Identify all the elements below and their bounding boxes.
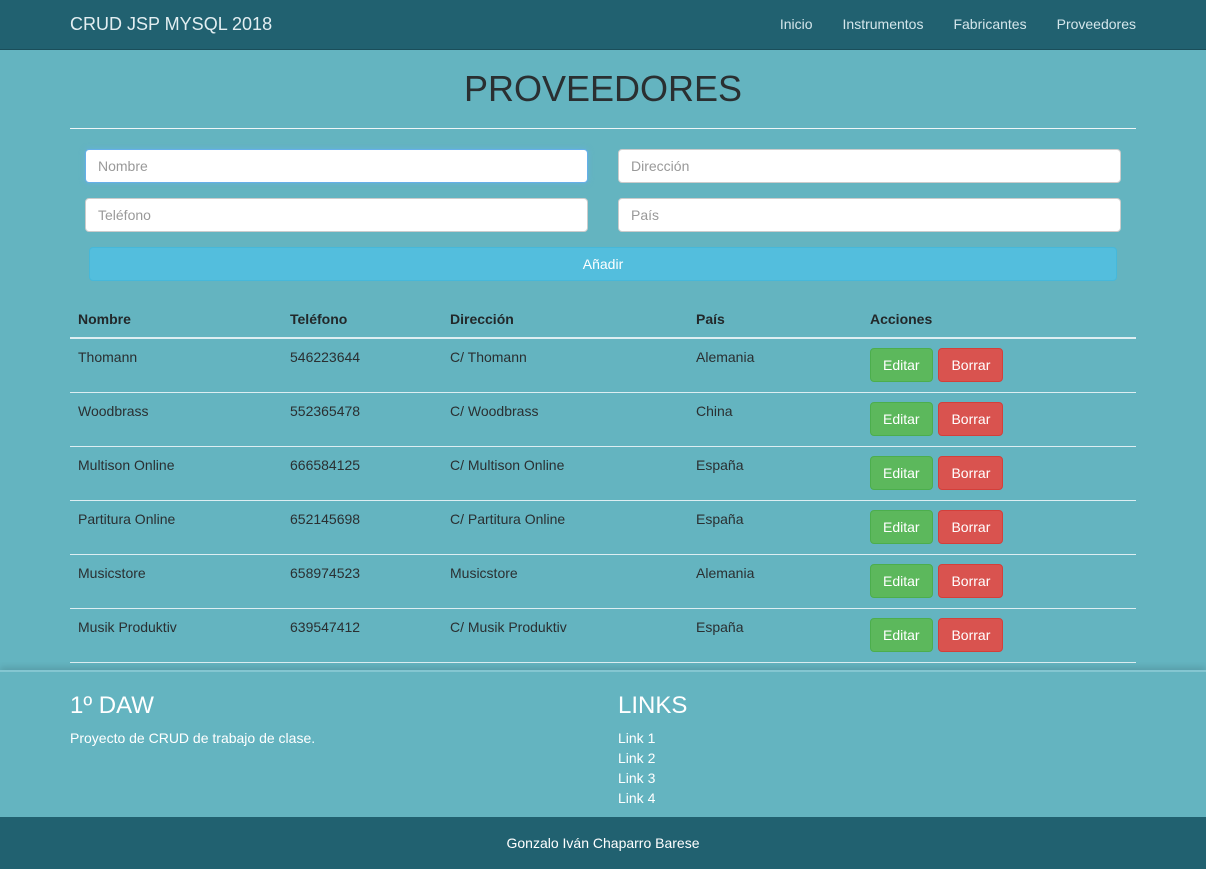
telefono-input[interactable] bbox=[85, 198, 588, 232]
footer-title-daw: 1º DAW bbox=[70, 692, 154, 719]
edit-button[interactable]: Editar bbox=[870, 564, 933, 598]
cell-telefono: 546223644 bbox=[290, 349, 361, 365]
footer-title-links: LINKS bbox=[618, 692, 688, 719]
cell-nombre: Partitura Online bbox=[70, 500, 282, 555]
cell-telefono: 552365478 bbox=[282, 392, 442, 447]
edit-button[interactable]: Editar bbox=[870, 402, 933, 436]
cell-nombre: Multison Online bbox=[70, 446, 282, 501]
cell-direccion: C/ Thomann bbox=[450, 349, 527, 365]
cell-telefono: 639547412 bbox=[282, 608, 442, 663]
footer-links: Link 1 Link 2 Link 3 Link 4 bbox=[618, 730, 655, 810]
edit-button[interactable]: Editar bbox=[870, 618, 933, 652]
cell-nombre: Thomann bbox=[78, 349, 138, 365]
cell-acciones: Editar Borrar bbox=[862, 446, 1136, 501]
cell-direccion: C/ Woodbrass bbox=[442, 392, 688, 447]
table-row: Unión Musical 632514523 C/ Unión Musical… bbox=[70, 662, 1136, 669]
cell-telefono: 658974523 bbox=[282, 554, 442, 609]
header-telefono: Teléfono bbox=[282, 298, 442, 339]
footer-link-4[interactable]: Link 4 bbox=[618, 790, 655, 806]
nav-links: Inicio Instrumentos Fabricantes Proveedo… bbox=[765, 0, 1136, 50]
table-row: Woodbrass 552365478 C/ Woodbrass China E… bbox=[70, 392, 1136, 447]
cell-direccion: Musicstore bbox=[442, 554, 688, 609]
cell-nombre: Woodbrass bbox=[70, 392, 282, 447]
header-acciones: Acciones bbox=[862, 298, 1136, 339]
cell-telefono: 666584125 bbox=[282, 446, 442, 501]
table-row: Musicstore 658974523 Musicstore Alemania… bbox=[70, 554, 1136, 609]
header-nombre: Nombre bbox=[70, 298, 282, 339]
cell-acciones: Editar Borrar bbox=[862, 392, 1136, 447]
footer-link-1[interactable]: Link 1 bbox=[618, 730, 655, 746]
cell-nombre: Unión Musical bbox=[70, 662, 282, 669]
delete-button[interactable]: Borrar bbox=[938, 348, 1004, 382]
cell-acciones: Editar Borrar bbox=[862, 554, 1136, 609]
nav-link-inicio[interactable]: Inicio bbox=[765, 0, 828, 50]
table-row: Thomann 546223644 C/ Thomann Alemania Ed… bbox=[70, 338, 1136, 393]
cell-telefono: 652145698 bbox=[282, 500, 442, 555]
cell-pais: España bbox=[688, 662, 862, 669]
cell-acciones: Editar Borrar bbox=[862, 608, 1136, 663]
cell-pais: España bbox=[688, 608, 862, 663]
delete-button[interactable]: Borrar bbox=[938, 510, 1004, 544]
edit-button[interactable]: Editar bbox=[870, 510, 933, 544]
delete-button[interactable]: Borrar bbox=[938, 456, 1004, 490]
cell-nombre: Musicstore bbox=[70, 554, 282, 609]
cell-direccion: C/ Unión Musical bbox=[442, 662, 688, 669]
nombre-input[interactable] bbox=[85, 149, 588, 183]
cell-nombre: Musik Produktiv bbox=[70, 608, 282, 663]
cell-direccion: C/ Partitura Online bbox=[442, 500, 688, 555]
cell-pais: España bbox=[688, 446, 862, 501]
footer-description: Proyecto de CRUD de trabajo de clase. bbox=[70, 730, 316, 746]
footer: 1º DAW Proyecto de CRUD de trabajo de cl… bbox=[0, 670, 1206, 817]
cell-direccion: C/ Musik Produktiv bbox=[442, 608, 688, 663]
cell-acciones: Editar Borrar bbox=[862, 662, 1136, 669]
nav-link-fabricantes[interactable]: Fabricantes bbox=[938, 0, 1041, 50]
page-title: PROVEEDORES bbox=[463, 68, 743, 109]
delete-button[interactable]: Borrar bbox=[938, 402, 1004, 436]
footer-link-3[interactable]: Link 3 bbox=[618, 770, 655, 786]
table-body: Thomann 546223644 C/ Thomann Alemania Ed… bbox=[70, 338, 1136, 669]
table-row: Musik Produktiv 639547412 C/ Musik Produ… bbox=[70, 608, 1136, 663]
header-direccion: Dirección bbox=[442, 298, 688, 339]
direccion-input[interactable] bbox=[618, 149, 1121, 183]
nav-link-proveedores[interactable]: Proveedores bbox=[1042, 0, 1136, 50]
edit-button[interactable]: Editar bbox=[870, 348, 933, 382]
cell-pais: Alemania bbox=[696, 349, 755, 365]
cell-telefono: 632514523 bbox=[282, 662, 442, 669]
edit-button[interactable]: Editar bbox=[870, 456, 933, 490]
brand-link[interactable]: CRUD JSP MYSQL 2018 bbox=[70, 14, 272, 35]
cell-pais: España bbox=[688, 500, 862, 555]
footer-link-2[interactable]: Link 2 bbox=[618, 750, 655, 766]
proveedores-table: Nombre Teléfono Dirección País Acciones … bbox=[70, 298, 1136, 669]
cell-direccion: C/ Multison Online bbox=[442, 446, 688, 501]
delete-button[interactable]: Borrar bbox=[938, 618, 1004, 652]
table-header-row: Nombre Teléfono Dirección País Acciones bbox=[70, 298, 1136, 339]
table-row: Partitura Online 652145698 C/ Partitura … bbox=[70, 500, 1136, 555]
title-divider bbox=[70, 128, 1136, 129]
nav-link-instrumentos[interactable]: Instrumentos bbox=[828, 0, 939, 50]
cell-acciones: Editar Borrar bbox=[862, 500, 1136, 555]
add-button[interactable]: Añadir bbox=[89, 247, 1117, 281]
author-bar: Gonzalo Iván Chaparro Barese bbox=[0, 817, 1206, 869]
cell-pais: China bbox=[688, 392, 862, 447]
top-navbar: CRUD JSP MYSQL 2018 Inicio Instrumentos … bbox=[0, 0, 1206, 50]
cell-pais: Alemania bbox=[688, 554, 862, 609]
pais-input[interactable] bbox=[618, 198, 1121, 232]
header-pais: País bbox=[688, 298, 862, 339]
delete-button[interactable]: Borrar bbox=[938, 564, 1004, 598]
table-row: Multison Online 666584125 C/ Multison On… bbox=[70, 446, 1136, 501]
cell-acciones: Editar Borrar bbox=[862, 338, 1136, 393]
proveedores-table-wrapper[interactable]: Nombre Teléfono Dirección País Acciones … bbox=[70, 298, 1136, 669]
